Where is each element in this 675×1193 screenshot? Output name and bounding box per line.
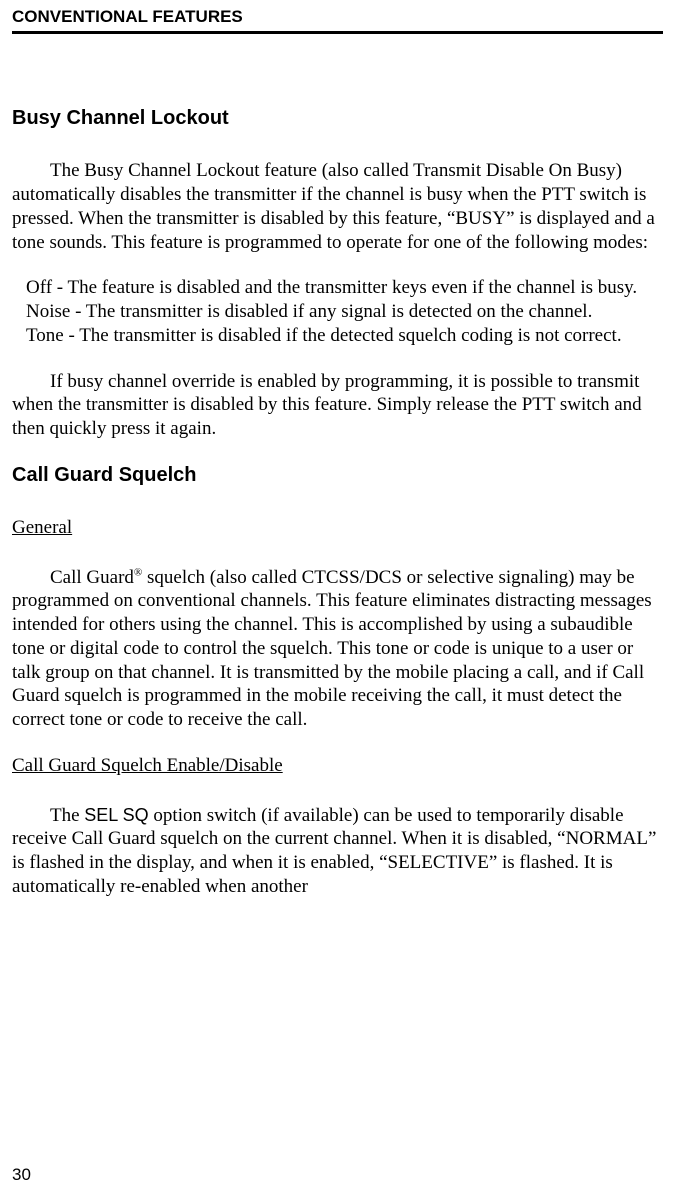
text-fragment: The [50, 805, 84, 826]
sel-sq-label: SEL SQ [84, 805, 148, 825]
body-paragraph: Call Guard® squelch (also called CTCSS/D… [12, 566, 663, 732]
mode-item: Noise - The transmitter is disabled if a… [12, 300, 663, 324]
body-paragraph: The SEL SQ option switch (if available) … [12, 804, 663, 899]
registered-mark: ® [134, 566, 142, 578]
body-paragraph: If busy channel override is enabled by p… [12, 370, 663, 441]
text-fragment: squelch (also called CTCSS/DCS or select… [12, 567, 652, 731]
text-fragment: Call Guard [50, 567, 134, 588]
section-title-call-guard-squelch: Call Guard Squelch [12, 463, 663, 488]
mode-item: Off - The feature is disabled and the tr… [12, 276, 663, 300]
header-rule [12, 31, 663, 34]
subheading-enable-disable: Call Guard Squelch Enable/Disable [12, 754, 663, 778]
section-title-busy-channel-lockout: Busy Channel Lockout [12, 106, 663, 131]
subheading-general: General [12, 516, 663, 540]
mode-item: Tone - The transmitter is disabled if th… [12, 324, 663, 348]
mode-list: Off - The feature is disabled and the tr… [12, 276, 663, 347]
page-number: 30 [12, 1164, 31, 1185]
running-header: CONVENTIONAL FEATURES [12, 0, 663, 31]
body-paragraph: The Busy Channel Lockout feature (also c… [12, 159, 663, 254]
